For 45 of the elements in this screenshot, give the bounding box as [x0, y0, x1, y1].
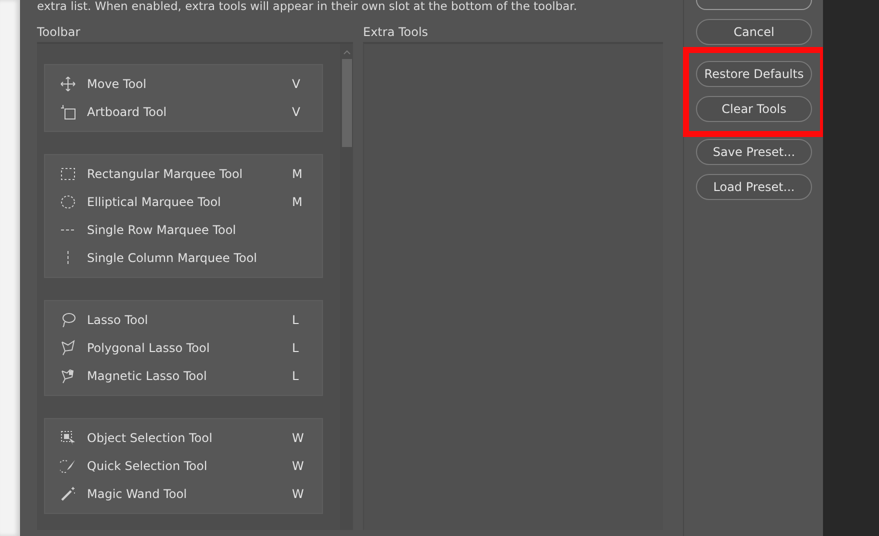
- toolbar-label: Toolbar: [37, 25, 82, 41]
- tool-name[interactable]: Object Selection Tool: [87, 431, 292, 445]
- artboard-icon: [60, 104, 76, 120]
- quick-selection-icon: [60, 458, 76, 474]
- magnetic-lasso-icon: [60, 368, 76, 384]
- shortcut-key: W: [292, 459, 322, 473]
- shortcut-key: W: [292, 431, 322, 445]
- shortcut-key: V: [292, 77, 322, 91]
- button-edge[interactable]: [696, 0, 812, 10]
- tool-name[interactable]: Magic Wand Tool: [87, 487, 292, 501]
- tool-name[interactable]: Rectangular Marquee Tool: [87, 167, 292, 181]
- dialog-button[interactable]: Load Preset...: [696, 174, 812, 200]
- dashed-rectangle-icon: [60, 166, 76, 182]
- tool-name[interactable]: Quick Selection Tool: [87, 459, 292, 473]
- shortcut-key: L: [292, 341, 322, 355]
- shortcut-key: M: [292, 167, 322, 181]
- tool-name[interactable]: Magnetic Lasso Tool: [87, 369, 292, 383]
- dialog-button[interactable]: Cancel: [696, 19, 812, 45]
- dialog-button[interactable]: Clear Tools: [696, 96, 812, 122]
- dashed-row-icon: [61, 229, 75, 231]
- tool-name[interactable]: Polygonal Lasso Tool: [87, 341, 292, 355]
- dashed-circle-icon: [60, 194, 76, 210]
- shortcut-key: L: [292, 369, 322, 383]
- extra-tools-label: Extra Tools: [363, 25, 430, 41]
- tool-name[interactable]: Move Tool: [87, 77, 292, 91]
- object-selection-icon: [60, 430, 76, 446]
- scroll-up-icon[interactable]: [342, 50, 351, 55]
- tool-name[interactable]: Lasso Tool: [87, 313, 292, 327]
- polygonal-lasso-icon: [60, 340, 76, 356]
- scrollbar-thumb[interactable]: [342, 59, 352, 147]
- shortcut-key: L: [292, 313, 322, 327]
- magic-wand-icon: [60, 486, 76, 502]
- tool-name[interactable]: Single Row Marquee Tool: [87, 223, 322, 237]
- lasso-icon: [60, 312, 76, 328]
- tool-name[interactable]: Single Column Marquee Tool: [87, 251, 322, 265]
- shortcut-key: W: [292, 487, 322, 501]
- shortcut-key: V: [292, 105, 322, 119]
- tool-name[interactable]: Artboard Tool: [87, 105, 292, 119]
- dialog-button[interactable]: Save Preset...: [696, 139, 812, 165]
- shortcut-key: M: [292, 195, 322, 209]
- dialog-button[interactable]: Restore Defaults: [696, 61, 812, 87]
- tool-name[interactable]: Elliptical Marquee Tool: [87, 195, 292, 209]
- description-text: extra list. When enabled, extra tools will appear in their own slot at the bottom of the toolbar.: [37, 0, 578, 13]
- move-icon: [60, 76, 76, 92]
- dashed-column-icon: [67, 251, 69, 265]
